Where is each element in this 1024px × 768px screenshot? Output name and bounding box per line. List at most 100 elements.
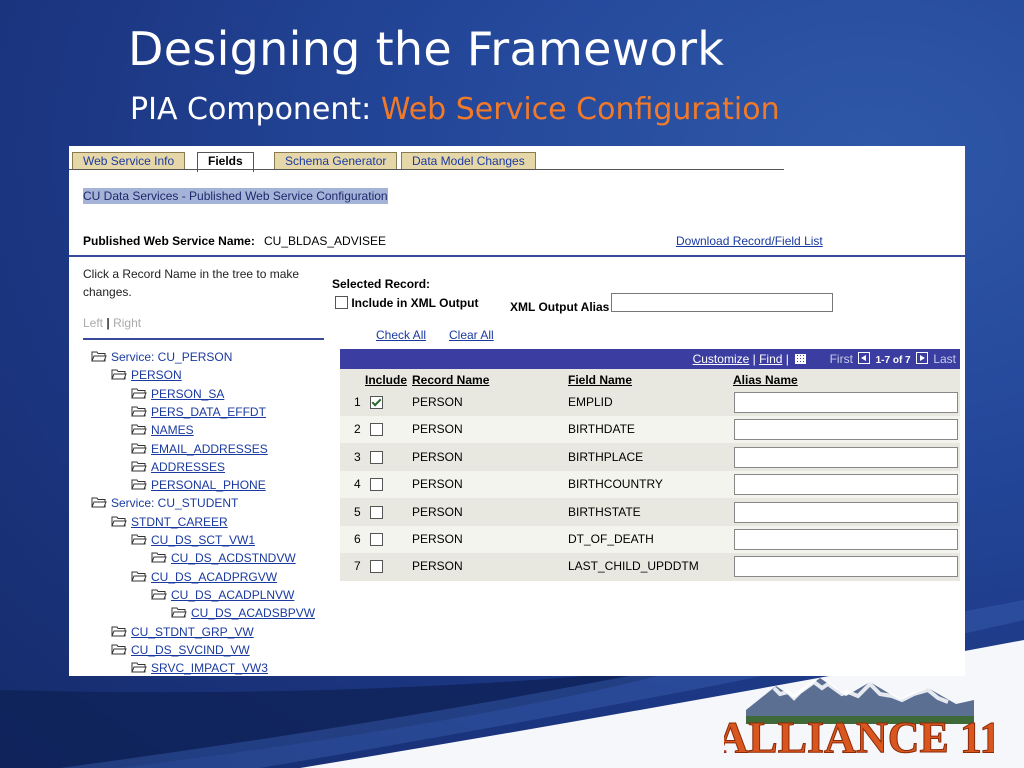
service-name-value: CU_BLDAS_ADVISEE (264, 234, 387, 248)
tree-node-label: STDNT_CAREER (131, 514, 228, 529)
tree-node[interactable]: ADDRESSES (131, 459, 225, 475)
alliance-11-logo: ALLIANCE 11 (724, 678, 994, 760)
column-header-alias-name[interactable]: Alias Name (733, 373, 798, 387)
table-row: 2 PERSON BIRTHDATE (340, 416, 960, 444)
service-name-label: Published Web Service Name: (83, 234, 255, 248)
record-name-cell: PERSON (412, 449, 463, 464)
table-row: 4 PERSON BIRTHCOUNTRY (340, 471, 960, 499)
open-folder-icon (171, 607, 187, 618)
open-folder-icon (131, 571, 147, 582)
include-checkbox[interactable] (370, 396, 383, 409)
include-checkbox[interactable] (370, 478, 383, 492)
tree-node-label: CU_DS_SCT_VW1 (151, 533, 256, 547)
alias-name-input[interactable] (734, 392, 958, 413)
tree-node[interactable]: PERSONAL_PHONE (131, 477, 266, 493)
field-name-cell: EMPLID (568, 395, 613, 409)
slide-title: Designing the Framework (128, 22, 725, 76)
left-link[interactable]: Left (83, 316, 103, 330)
row-number: 3 (354, 449, 361, 464)
include-checkbox[interactable] (370, 505, 383, 519)
column-header-field-name[interactable]: Field Name (568, 373, 632, 387)
tree-node[interactable]: CU_DS_ACDSTNDVW (151, 550, 296, 566)
include-xml-checkbox[interactable] (335, 296, 348, 309)
next-arrow-icon[interactable] (915, 352, 928, 364)
right-link[interactable]: Right (113, 316, 141, 330)
tree-node-label: PERS_DATA_EFFDT (151, 404, 266, 419)
table-row: 5 PERSON BIRTHSTATE (340, 499, 960, 526)
open-folder-icon (91, 497, 107, 508)
alias-name-input[interactable] (734, 446, 958, 468)
row-number: 7 (354, 559, 361, 574)
column-header-include[interactable]: Include (365, 373, 407, 387)
open-folder-icon (131, 534, 147, 545)
tree-node[interactable]: NAMES (131, 422, 194, 438)
tab-underline (69, 169, 784, 170)
include-checkbox[interactable] (370, 533, 383, 546)
tree-node-label: PERSON_SA (151, 386, 225, 401)
open-folder-icon (151, 589, 167, 600)
tree-node[interactable]: PERS_DATA_EFFDT (131, 404, 266, 420)
customize-link[interactable]: Customize (693, 352, 750, 366)
previous-arrow-icon[interactable] (858, 352, 871, 364)
tree-node[interactable]: CU_DS_ACADPLNVW (151, 587, 294, 603)
column-header-record-name[interactable]: Record Name (412, 373, 489, 387)
alias-name-input[interactable] (734, 529, 958, 550)
include-xml-label: Include in XML Output (351, 296, 479, 310)
tree-node[interactable]: CU_DS_ACADSBPVW (171, 605, 315, 621)
field-name-cell: LAST_CHILD_UPDDTM (568, 559, 699, 574)
field-name-cell: BIRTHCOUNTRY (568, 477, 663, 492)
tree-divider (83, 338, 324, 340)
download-record-field-link[interactable]: Download Record/Field List (676, 234, 823, 248)
include-checkbox[interactable] (370, 423, 383, 437)
open-folder-icon (131, 479, 147, 490)
open-folder-icon (131, 662, 147, 673)
tree-node-label: CU_DS_ACADPLNVW (171, 587, 295, 602)
view-all-grid-icon[interactable] (795, 354, 807, 364)
grid-navigation: Customize | Find | First 1-7 of 7 Last (693, 352, 956, 366)
open-folder-icon (131, 388, 147, 399)
tree-node[interactable]: CU_DS_SCT_VW1 (131, 532, 255, 548)
record-name-cell: PERSON (412, 422, 463, 437)
open-folder-icon (131, 406, 147, 417)
xml-output-alias-input[interactable] (611, 293, 833, 312)
tree-node-label: PERSONAL_PHONE (151, 478, 266, 493)
tree-node[interactable]: SRVC_IMPACT_VW3 (131, 660, 268, 676)
tree-node[interactable]: CU_STDNT_GRP_VW (111, 624, 254, 640)
tree-node[interactable]: PERSON_SA (131, 386, 224, 402)
selected-record-label: Selected Record: (332, 277, 431, 291)
tree-node[interactable]: EMAIL_ADDRESSES (131, 441, 268, 457)
row-number: 5 (354, 504, 361, 519)
open-folder-icon (91, 351, 107, 362)
tab-web-service-info[interactable]: Web Service Info (72, 152, 186, 170)
left-right-toggle: Left | Right (83, 316, 141, 330)
tree-node[interactable]: CU_DS_SVCIND_VW (111, 642, 250, 658)
tab-schema-generator[interactable]: Schema Generator (274, 152, 398, 170)
tree-node: Service: CU_STUDENT (91, 495, 238, 511)
alias-name-input[interactable] (734, 474, 958, 496)
tree-node-label: EMAIL_ADDRESSES (151, 441, 268, 456)
alias-name-input[interactable] (734, 556, 958, 578)
find-link[interactable]: Find (759, 352, 782, 366)
tree-node-label: Service: CU_PERSON (111, 350, 233, 364)
tree-node[interactable]: PERSON (111, 367, 182, 383)
tab-data-model-changes[interactable]: Data Model Changes (401, 152, 536, 170)
include-checkbox[interactable] (370, 560, 383, 574)
clear-all-link[interactable]: Clear All (449, 328, 494, 342)
last-label: Last (933, 352, 956, 366)
tree-node-label: ADDRESSES (151, 459, 226, 474)
tree-node-label: CU_DS_SVCIND_VW (131, 642, 250, 657)
open-folder-icon (111, 369, 127, 380)
tab-bar: Web Service Info Fields Schema Generator… (69, 152, 789, 172)
alliance-logo-text: ALLIANCE 11 (724, 713, 994, 760)
slide-subtitle: PIA Component: Web Service Configuration (130, 92, 780, 127)
record-name-cell: PERSON (412, 504, 463, 519)
alias-name-input[interactable] (734, 501, 958, 523)
tree-node[interactable]: STDNT_CAREER (111, 514, 228, 530)
check-all-link[interactable]: Check All (376, 328, 426, 342)
alias-name-input[interactable] (734, 419, 958, 441)
tree-node[interactable]: CU_DS_ACADPRGVW (131, 569, 277, 585)
grid-header-bar: Customize | Find | First 1-7 of 7 Last (340, 349, 960, 369)
field-name-cell: BIRTHDATE (568, 422, 635, 437)
table-row: 1 PERSON EMPLID (340, 389, 960, 416)
include-checkbox[interactable] (370, 450, 383, 464)
